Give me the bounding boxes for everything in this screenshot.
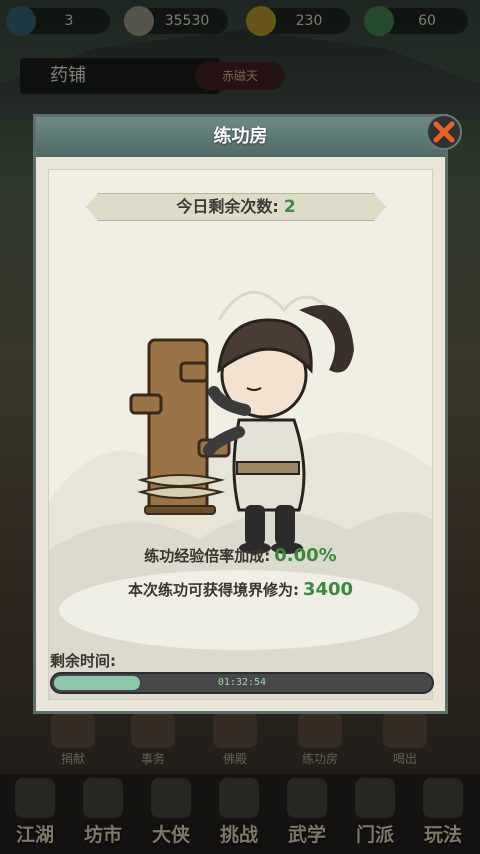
remaining-count-bar: 今日剩余次数: 2 [86,193,386,221]
timer-text: 01:32:54 [217,677,267,688]
dialog-content-panel [48,169,433,700]
close-icon [433,121,455,143]
cultivation-reward-value: 3400 [302,579,354,600]
exp-bonus-label: 练功经验倍率加成: [144,547,271,565]
dialog-title: 练功房 [213,126,268,147]
cultivation-reward-line: 本次练功可获得境界修为: 3400 [36,579,445,600]
training-room-dialog: 练功房 今日剩余次数: 2 练功经验倍率加成: 0.00% 本次练功可获得境界修… [33,114,448,714]
remaining-time-label: 剩余时间: [50,652,116,670]
cultivation-reward-label: 本次练功可获得境界修为: [127,581,299,599]
training-progress-bar: 01:32:54 [50,672,434,694]
dialog-header: 练功房 [36,117,445,157]
close-button[interactable] [426,114,462,150]
remaining-count-value: 2 [283,197,296,217]
exp-bonus-value: 0.00% [274,545,337,566]
exp-bonus-line: 练功经验倍率加成: 0.00% [36,545,445,566]
remaining-count-label: 今日剩余次数: [176,197,279,216]
ink-landscape-illustration [49,290,432,699]
